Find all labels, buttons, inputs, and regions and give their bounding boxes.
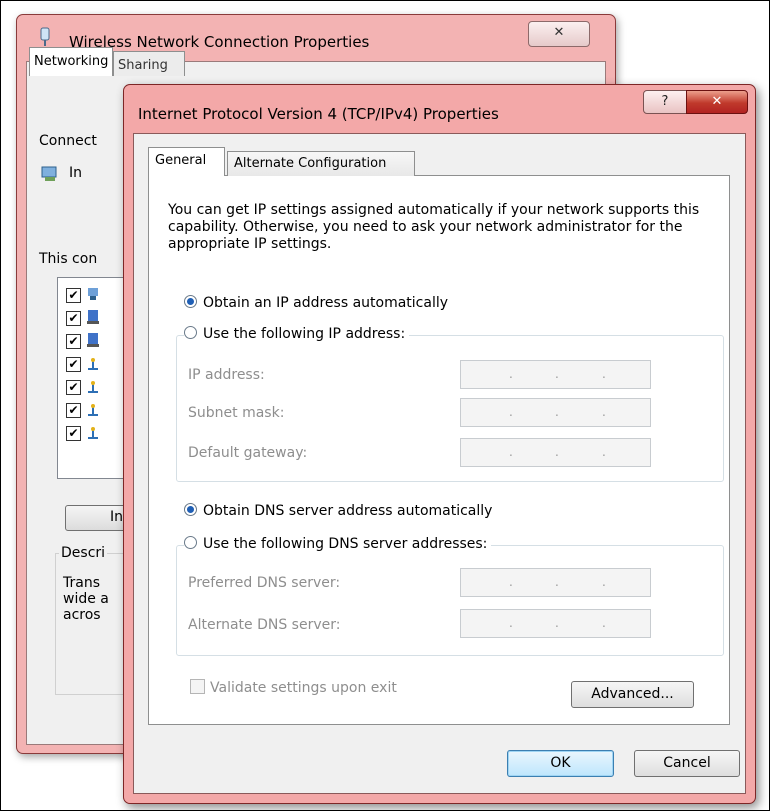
protocol-icon [88, 358, 98, 370]
checkbox[interactable]: ✔ [66, 380, 81, 395]
preferred-dns-label: Preferred DNS server: [188, 575, 341, 591]
ipv4-properties-dialog: Internet Protocol Version 4 (TCP/IPv4) P… [123, 84, 756, 804]
window-title: Wireless Network Connection Properties [69, 33, 370, 51]
ip-address-input[interactable]: ... [460, 360, 651, 389]
obtain-ip-auto-label: Obtain an IP address automatically [203, 295, 449, 311]
protocol-icon [88, 381, 98, 393]
default-gateway-input[interactable]: ... [460, 438, 651, 467]
checkbox[interactable]: ✔ [66, 403, 81, 418]
dialog-title: Internet Protocol Version 4 (TCP/IPv4) P… [138, 105, 499, 123]
description-group-label: Descri [59, 545, 108, 561]
preferred-dns-input[interactable]: ... [460, 568, 651, 597]
use-following-ip-label: Use the following IP address: [203, 326, 406, 342]
use-following-dns-label: Use the following DNS server addresses: [203, 536, 488, 552]
network-adapter-icon [40, 27, 50, 46]
octet-dot: . [509, 445, 513, 459]
octet-dot: . [602, 616, 606, 630]
tab-sharing[interactable]: Sharing [113, 51, 185, 76]
tab-networking[interactable]: Networking [29, 47, 113, 76]
advanced-button[interactable]: Advanced... [571, 681, 694, 708]
connection-items-label: This con [39, 251, 98, 267]
subnet-mask-label: Subnet mask: [188, 405, 285, 421]
octet-dot: . [602, 575, 606, 589]
network-card-icon [41, 166, 57, 181]
connect-using-label: Connect [39, 133, 97, 149]
obtain-ip-auto-radio[interactable]: Obtain an IP address automatically [184, 295, 453, 311]
service-icon [87, 333, 99, 347]
checkbox-icon [190, 679, 205, 694]
adapter-name: In [69, 165, 83, 181]
radio-selected-icon [184, 503, 197, 516]
octet-dot: . [509, 575, 513, 589]
octet-dot: . [602, 445, 606, 459]
checkbox[interactable]: ✔ [66, 426, 81, 441]
close-button[interactable]: ✕ [528, 21, 590, 47]
validate-settings-label: Validate settings upon exit [210, 680, 397, 696]
dns-server-group [176, 545, 724, 656]
install-button-label: In [110, 509, 124, 525]
client-icon [88, 288, 98, 300]
alternate-dns-input[interactable]: ... [460, 609, 651, 638]
help-button[interactable]: ? [643, 90, 687, 114]
checkbox[interactable]: ✔ [66, 357, 81, 372]
radio-unselected-icon [184, 326, 197, 339]
obtain-dns-auto-label: Obtain DNS server address automatically [203, 503, 493, 519]
octet-dot: . [555, 616, 559, 630]
description-line: Trans [63, 575, 100, 591]
close-button[interactable]: ✕ [686, 90, 748, 114]
description-text: You can get IP settings assigned automat… [168, 202, 700, 252]
octet-dot: . [555, 405, 559, 419]
validate-settings-checkbox[interactable]: Validate settings upon exit [190, 679, 397, 696]
default-gateway-label: Default gateway: [188, 445, 308, 461]
ip-address-label: IP address: [188, 367, 265, 383]
octet-dot: . [555, 445, 559, 459]
radio-selected-icon [184, 295, 197, 308]
subnet-mask-input[interactable]: ... [460, 398, 651, 427]
octet-dot: . [602, 405, 606, 419]
octet-dot: . [555, 575, 559, 589]
octet-dot: . [509, 616, 513, 630]
octet-dot: . [509, 367, 513, 381]
checkbox[interactable]: ✔ [66, 288, 81, 303]
octet-dot: . [555, 367, 559, 381]
checkbox[interactable]: ✔ [66, 311, 81, 326]
protocol-icon [88, 404, 98, 416]
cancel-button[interactable]: Cancel [634, 750, 740, 777]
obtain-dns-auto-radio[interactable]: Obtain DNS server address automatically [184, 503, 497, 519]
description-line: wide a [63, 591, 109, 607]
protocol-icon [88, 427, 98, 439]
alternate-dns-label: Alternate DNS server: [188, 617, 341, 633]
tab-general[interactable]: General [148, 147, 225, 176]
tab-alternate-configuration[interactable]: Alternate Configuration [227, 151, 415, 176]
ok-button[interactable]: OK [507, 750, 614, 777]
service-icon [87, 310, 99, 324]
use-following-dns-radio[interactable]: Use the following DNS server addresses: [184, 536, 492, 552]
radio-unselected-icon [184, 536, 197, 549]
octet-dot: . [509, 405, 513, 419]
octet-dot: . [602, 367, 606, 381]
checkbox[interactable]: ✔ [66, 334, 81, 349]
description-line: acros [63, 607, 101, 623]
use-following-ip-radio[interactable]: Use the following IP address: [184, 326, 410, 342]
